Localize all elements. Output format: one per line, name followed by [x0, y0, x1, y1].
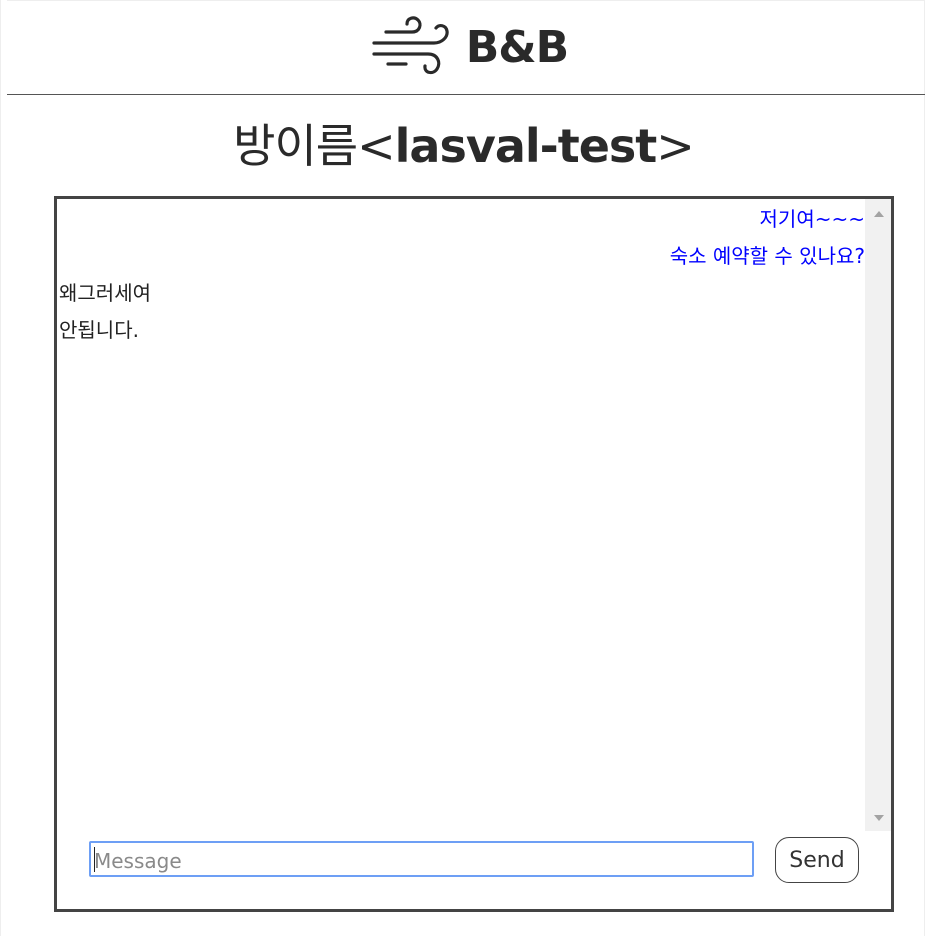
message-other: 왜그러세여	[59, 281, 151, 305]
room-name: lasval-test	[394, 119, 658, 173]
brand-name: B&B	[465, 21, 569, 73]
site-header: B&B	[7, 0, 925, 95]
message-mine: 숙소 예약할 수 있나요?	[669, 244, 865, 268]
text-caret	[94, 847, 95, 872]
message-input[interactable]	[89, 841, 754, 877]
message-list-scrollbar[interactable]	[865, 199, 891, 831]
scroll-up-arrow-icon[interactable]	[874, 211, 884, 217]
scroll-down-arrow-icon[interactable]	[874, 815, 884, 821]
message-other: 안됩니다.	[59, 318, 139, 342]
send-button[interactable]: Send	[775, 837, 859, 883]
message-composer: Send	[57, 831, 891, 909]
room-title: 방이름<lasval-test>	[1, 120, 925, 173]
message-mine: 저기여~~~	[759, 207, 865, 231]
chat-window: 저기여~~~ 숙소 예약할 수 있나요? 왜그러세여 안됩니다. Send	[54, 196, 894, 912]
room-title-suffix: >	[656, 119, 695, 173]
room-title-prefix: 방이름<	[233, 119, 396, 173]
brand-logo[interactable]: B&B	[368, 12, 569, 84]
message-list[interactable]: 저기여~~~ 숙소 예약할 수 있나요? 왜그러세여 안됩니다.	[57, 199, 865, 831]
page: B&B 방이름<lasval-test> 저기여~~~ 숙소 예약할 수 있나요…	[0, 0, 925, 936]
wind-icon	[368, 12, 452, 84]
